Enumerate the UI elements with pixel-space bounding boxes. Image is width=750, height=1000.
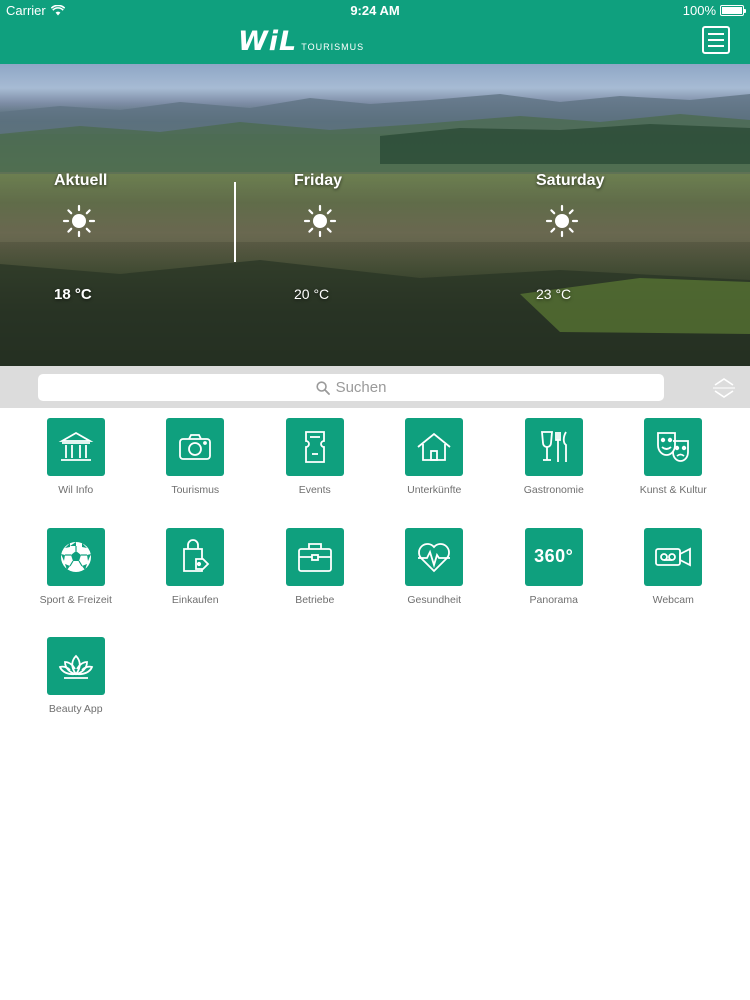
weather-temp: 23 °C bbox=[536, 286, 572, 302]
category-icon-box bbox=[524, 418, 583, 476]
battery-status: 100% bbox=[682, 3, 746, 18]
sun-icon bbox=[303, 204, 337, 238]
category-sport-freizeit[interactable]: Sport & Freizeit bbox=[16, 527, 136, 638]
sun-icon bbox=[62, 204, 96, 238]
category-icon-box bbox=[46, 418, 105, 476]
weather-day-1: Friday 20 °C bbox=[240, 64, 480, 366]
shopping-bag-icon bbox=[183, 538, 210, 572]
menu-button[interactable] bbox=[702, 26, 730, 54]
category-wil-info[interactable]: Wil Info bbox=[16, 418, 136, 528]
weather-day-2: Saturday 23 °C bbox=[482, 64, 722, 366]
category-label: Panorama bbox=[529, 593, 578, 606]
hamburger-icon-line bbox=[708, 39, 724, 41]
category-icon-box bbox=[166, 527, 225, 586]
weather-hero: Aktuell 18 °C Friday 20 °C Saturday 23 °… bbox=[0, 64, 750, 366]
search-input[interactable]: Suchen bbox=[38, 374, 664, 401]
sun-icon bbox=[545, 204, 579, 238]
category-label: Events bbox=[298, 484, 331, 496]
category-icon-box bbox=[405, 418, 464, 476]
category-icon-box bbox=[285, 418, 344, 476]
category-label: Betriebe bbox=[295, 593, 335, 606]
category-label: Kunst & Kultur bbox=[639, 484, 707, 496]
panorama-360-icon: 360° bbox=[534, 546, 574, 566]
camera-icon bbox=[179, 434, 212, 460]
weather-temp: 18 °C bbox=[54, 286, 92, 303]
lotus-icon bbox=[58, 654, 93, 679]
weather-today: Aktuell 18 °C bbox=[0, 64, 240, 366]
category-gesundheit[interactable]: Gesundheit bbox=[375, 527, 495, 638]
category-icon-box bbox=[644, 418, 703, 476]
house-icon bbox=[417, 432, 451, 461]
video-camera-icon bbox=[655, 547, 692, 566]
wil-tourismus-logo: WiL TOURISMUS bbox=[238, 26, 364, 56]
weather-day-label: Aktuell bbox=[54, 172, 108, 189]
category-panorama[interactable]: 360° Panorama bbox=[494, 527, 614, 638]
weather-day-label: Friday bbox=[294, 172, 343, 189]
reorder-toggle-button[interactable] bbox=[709, 374, 739, 401]
category-label: Gastronomie bbox=[523, 484, 584, 496]
search-bar: Suchen bbox=[0, 366, 750, 408]
category-icon-box bbox=[46, 637, 105, 695]
battery-percent: 100% bbox=[682, 3, 716, 18]
category-label: Einkaufen bbox=[171, 593, 219, 606]
hamburger-icon bbox=[708, 33, 724, 35]
hamburger-icon-line bbox=[708, 45, 724, 47]
category-icon-box: 360° bbox=[524, 527, 583, 586]
battery-icon bbox=[720, 5, 746, 16]
category-grid: Wil Info Tourismus Events Unterkünfte Ga… bbox=[16, 418, 736, 747]
category-label: Webcam bbox=[652, 593, 694, 606]
category-tourismus[interactable]: Tourismus bbox=[136, 418, 256, 528]
briefcase-icon bbox=[297, 542, 332, 572]
category-events[interactable]: Events bbox=[255, 418, 375, 528]
category-label: Sport & Freizeit bbox=[39, 593, 112, 606]
category-beauty-app[interactable]: Beauty App bbox=[16, 637, 136, 747]
top-bar: Carrier 9:24 AM 100% WiL TOURISMUS bbox=[0, 0, 750, 64]
category-icon-box bbox=[285, 527, 344, 586]
category-betriebe[interactable]: Betriebe bbox=[255, 527, 375, 638]
category-icon-box bbox=[46, 527, 105, 586]
search-icon bbox=[315, 380, 330, 395]
category-label: Beauty App bbox=[48, 703, 103, 715]
category-einkaufen[interactable]: Einkaufen bbox=[136, 527, 256, 638]
ticket-icon bbox=[304, 431, 325, 463]
app-header: WiL TOURISMUS bbox=[0, 20, 750, 64]
soccer-ball-icon bbox=[60, 541, 91, 572]
category-icon-box bbox=[644, 527, 703, 586]
category-unterkuenfte[interactable]: Unterkünfte bbox=[375, 418, 495, 528]
category-label: Tourismus bbox=[171, 484, 220, 496]
status-bar: Carrier 9:24 AM 100% bbox=[0, 0, 750, 20]
logo-mark: WiL bbox=[238, 26, 298, 57]
category-label: Gesundheit bbox=[407, 593, 462, 606]
category-label: Wil Info bbox=[58, 484, 94, 496]
category-gastronomie[interactable]: Gastronomie bbox=[494, 418, 614, 528]
weather-temp: 20 °C bbox=[294, 286, 330, 302]
logo-subtitle: TOURISMUS bbox=[301, 42, 365, 52]
theater-masks-icon bbox=[657, 432, 690, 462]
building-icon bbox=[58, 431, 94, 461]
category-icon-box bbox=[166, 418, 225, 476]
clock: 9:24 AM bbox=[350, 3, 400, 18]
category-kunst-kultur[interactable]: Kunst & Kultur bbox=[614, 418, 734, 528]
dining-icon bbox=[540, 431, 567, 462]
chevron-up-down-icon bbox=[713, 377, 735, 398]
heart-pulse-icon bbox=[418, 542, 451, 572]
category-icon-box bbox=[405, 527, 464, 586]
search-placeholder: Suchen bbox=[335, 379, 387, 396]
category-webcam[interactable]: Webcam bbox=[614, 527, 734, 638]
category-label: Unterkünfte bbox=[407, 484, 462, 496]
weather-day-label: Saturday bbox=[536, 172, 605, 189]
